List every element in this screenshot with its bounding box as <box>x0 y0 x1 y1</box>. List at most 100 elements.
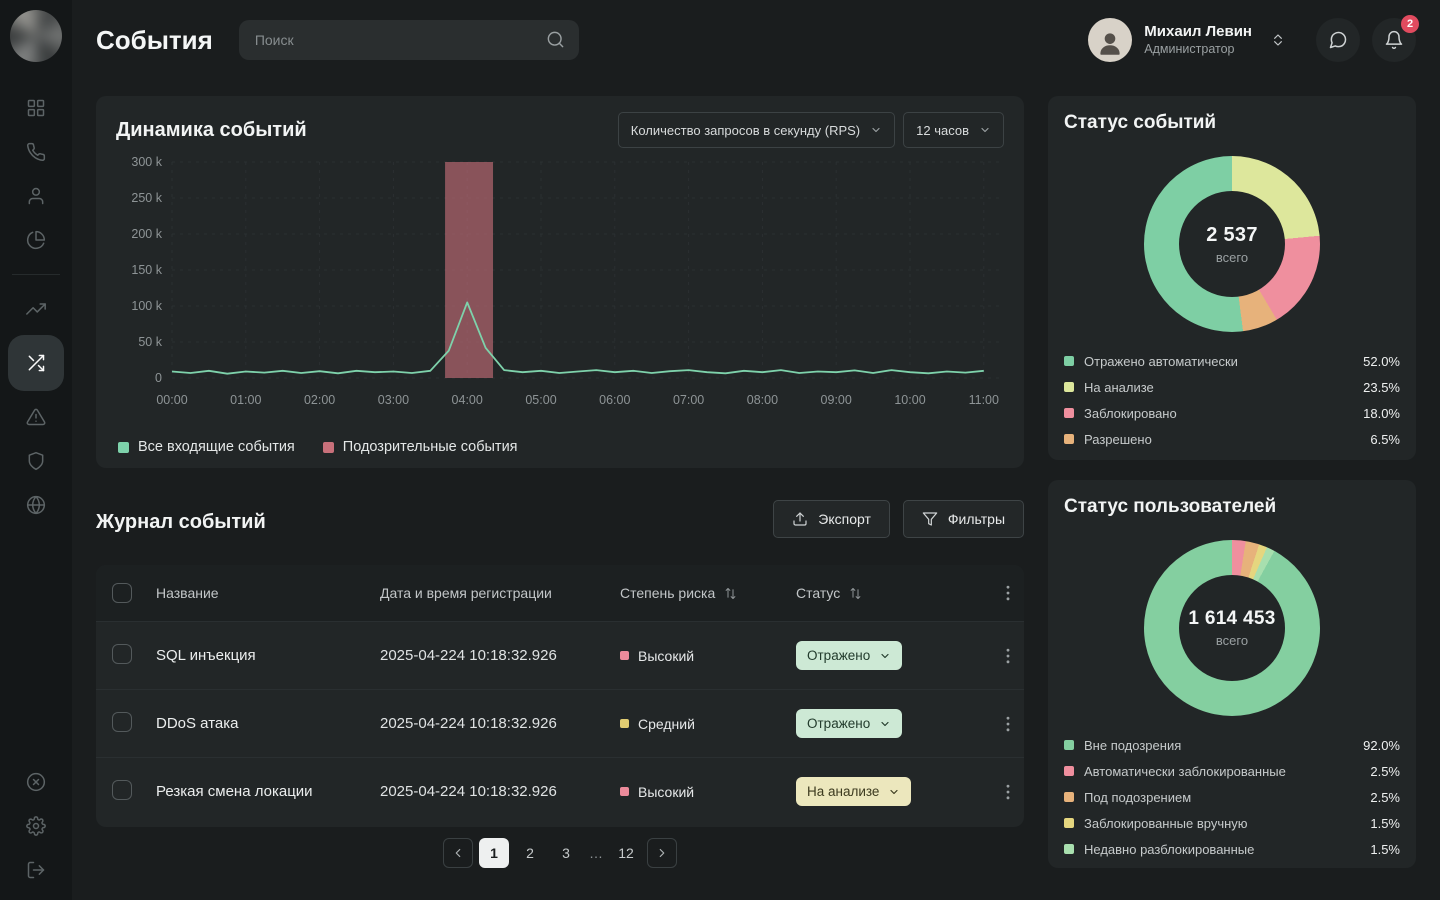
metric-select-value: Количество запросов в секунду (RPS) <box>631 123 860 138</box>
legend-swatch <box>1064 356 1074 366</box>
legend-item: Все входящие события <box>118 439 295 455</box>
user-menu[interactable]: Михаил Левин Администратор <box>1088 18 1304 62</box>
avatar <box>1088 18 1132 62</box>
shuffle-icon <box>26 353 46 373</box>
chevron-down-icon <box>870 124 882 136</box>
svg-text:07:00: 07:00 <box>673 393 704 407</box>
bell-icon <box>1384 30 1404 50</box>
table-menu-kebab-icon[interactable] <box>998 583 1018 603</box>
legend-label: Автоматически заблокированные <box>1084 764 1370 779</box>
legend-label: Заблокировано <box>1084 406 1363 421</box>
svg-text:04:00: 04:00 <box>452 393 483 407</box>
event-name: SQL инъекция <box>156 647 380 664</box>
sidebar-item-analytics[interactable] <box>14 291 58 327</box>
sidebar-item-users[interactable] <box>14 178 58 214</box>
column-header-date: Дата и время регистрации <box>380 585 620 601</box>
table-row: DDoS атака 2025-04-224 10:18:32.926 Сред… <box>96 689 1024 757</box>
legend-value: 23.5% <box>1363 380 1400 395</box>
sidebar-item-network[interactable] <box>14 487 58 523</box>
sidebar-item-alerts[interactable] <box>14 399 58 435</box>
messages-button[interactable] <box>1316 18 1360 62</box>
row-menu-kebab-icon[interactable] <box>998 646 1018 666</box>
legend-item: Заблокированные вручную1.5% <box>1064 810 1400 836</box>
event-date: 2025-04-224 10:18:32.926 <box>380 783 620 800</box>
row-checkbox[interactable] <box>112 712 132 732</box>
sidebar-item-events-active[interactable] <box>8 335 64 391</box>
chevrons-up-down-icon[interactable] <box>1270 32 1286 48</box>
svg-text:02:00: 02:00 <box>304 393 335 407</box>
chevron-down-icon <box>979 124 991 136</box>
legend-value: 2.5% <box>1370 764 1400 779</box>
status-select[interactable]: Отражено <box>796 641 902 670</box>
sidebar <box>0 0 72 900</box>
sort-icon[interactable] <box>848 586 863 601</box>
legend-swatch <box>1064 818 1074 828</box>
chevron-left-icon <box>451 846 465 860</box>
sidebar-item-reports[interactable] <box>14 222 58 258</box>
pagination-page-12[interactable]: 12 <box>611 838 641 868</box>
risk-swatch <box>620 651 629 660</box>
metric-select[interactable]: Количество запросов в секунду (RPS) <box>618 112 895 148</box>
export-button-label: Экспорт <box>818 511 871 527</box>
chart-card-title: Динамика событий <box>116 119 307 142</box>
sidebar-item-calls[interactable] <box>14 134 58 170</box>
sidebar-item-logout[interactable] <box>14 852 58 888</box>
donut-total-value: 2 537 <box>1206 224 1258 247</box>
filter-icon <box>922 511 938 527</box>
row-menu-kebab-icon[interactable] <box>998 782 1018 802</box>
notifications-button[interactable]: 2 <box>1372 18 1416 62</box>
column-header-risk: Степень риска <box>620 585 796 601</box>
svg-text:50 k: 50 k <box>138 335 162 349</box>
donut-center: 1 614 453 всего <box>1179 575 1285 681</box>
sidebar-item-dashboard[interactable] <box>14 90 58 126</box>
row-checkbox[interactable] <box>112 780 132 800</box>
table-row: Резкая смена локации 2025-04-224 10:18:3… <box>96 757 1024 825</box>
event-log-table: Название Дата и время регистрации Степен… <box>96 565 1024 827</box>
dashboard-grid-icon <box>26 98 46 118</box>
svg-text:05:00: 05:00 <box>525 393 556 407</box>
legend-value: 52.0% <box>1363 354 1400 369</box>
export-button[interactable]: Экспорт <box>773 500 890 538</box>
legend-value: 6.5% <box>1370 432 1400 447</box>
events-status-donut: 2 537 всего <box>1144 156 1320 332</box>
svg-text:150 k: 150 k <box>131 263 162 277</box>
legend-label: Разрешено <box>1084 432 1370 447</box>
legend-value: 1.5% <box>1370 816 1400 831</box>
chat-bubble-icon <box>1328 30 1348 50</box>
range-select[interactable]: 12 часов <box>903 112 1004 148</box>
filters-button-label: Фильтры <box>948 511 1005 527</box>
event-name: DDoS атака <box>156 715 380 732</box>
column-header-name: Название <box>156 585 380 601</box>
filters-button[interactable]: Фильтры <box>903 500 1024 538</box>
app-logo[interactable] <box>10 10 62 62</box>
pagination-page-2[interactable]: 2 <box>515 838 545 868</box>
row-checkbox[interactable] <box>112 644 132 664</box>
chart-card-head: Динамика событий Количество запросов в с… <box>96 96 1024 148</box>
legend-item: На анализе23.5% <box>1064 374 1400 400</box>
event-log-header: Журнал событий Экспорт Фильтры <box>96 500 1024 538</box>
table-row: SQL инъекция 2025-04-224 10:18:32.926 Вы… <box>96 621 1024 689</box>
pagination-page-1[interactable]: 1 <box>479 838 509 868</box>
sidebar-item-settings[interactable] <box>14 808 58 844</box>
pagination-page-3[interactable]: 3 <box>551 838 581 868</box>
legend-swatch <box>118 442 129 453</box>
sort-icon[interactable] <box>723 586 738 601</box>
pagination-next-button[interactable] <box>647 838 677 868</box>
search-icon <box>546 30 565 49</box>
donut-total-label: всего <box>1216 633 1248 648</box>
legend-swatch <box>1064 408 1074 418</box>
legend-label: Отражено автоматически <box>1084 354 1363 369</box>
legend-swatch <box>1064 382 1074 392</box>
select-all-checkbox[interactable] <box>112 583 132 603</box>
search-input[interactable] <box>239 20 579 60</box>
svg-text:300 k: 300 k <box>131 155 162 169</box>
sidebar-item-blocklist[interactable] <box>14 764 58 800</box>
pagination-prev-button[interactable] <box>443 838 473 868</box>
row-menu-kebab-icon[interactable] <box>998 714 1018 734</box>
status-select[interactable]: На анализе <box>796 777 911 806</box>
status-select[interactable]: Отражено <box>796 709 902 738</box>
x-circle-icon <box>26 772 46 792</box>
sidebar-item-security[interactable] <box>14 443 58 479</box>
chevron-down-icon <box>888 786 900 798</box>
legend-label: Все входящие события <box>138 439 295 455</box>
